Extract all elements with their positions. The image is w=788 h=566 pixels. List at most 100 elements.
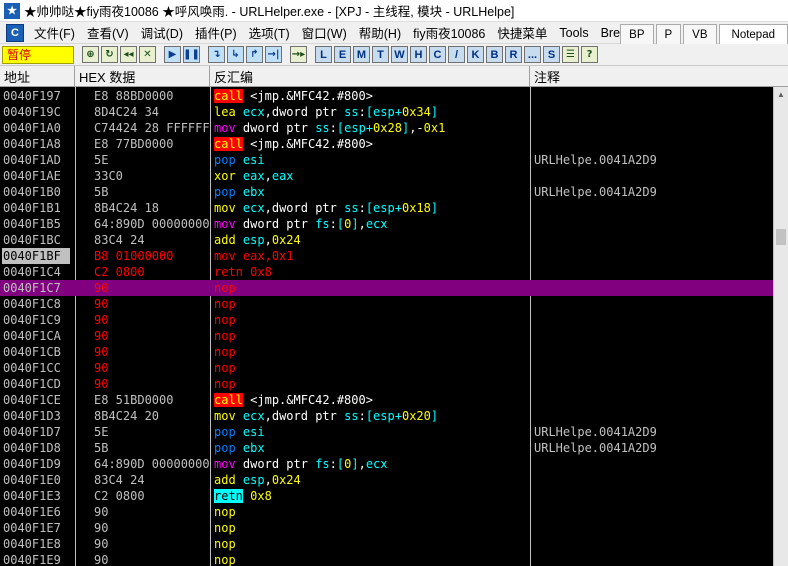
log-window-button[interactable]: L (315, 46, 332, 63)
disasm-row[interactable]: 0040F1CC 90 nop (0, 360, 773, 376)
disasm-row[interactable]: 0040F1AD 5E pop esi URLHelpe.0041A2D9 (0, 152, 773, 168)
row-operands: ecx,dword ptr ss:[esp+0x34] (242, 105, 439, 119)
disasm-row[interactable]: 0040F197 E8 88BD0000 call <jmp.&MFC42.#800… (0, 88, 773, 104)
disasm-row[interactable]: 0040F1CD 90 nop (0, 376, 773, 392)
row-disassembly: call <jmp.&MFC42.#800> (214, 392, 528, 408)
run-trace-window-button[interactable]: ... (524, 46, 541, 63)
row-address: 0040F1C8 (3, 297, 61, 311)
row-comment (534, 552, 770, 566)
row-mnemonic: pop (214, 185, 236, 199)
menu-debug[interactable]: 调试(D) (135, 23, 189, 42)
disasm-row[interactable]: 0040F1E8 90 nop (0, 536, 773, 552)
references-window-button[interactable]: R (505, 46, 522, 63)
modules-window-button[interactable]: E (334, 46, 351, 63)
pause-icon[interactable]: ❚❚ (183, 46, 200, 63)
row-disassembly: pop esi (214, 152, 528, 168)
disassembly-pane[interactable]: 0040F197 E8 88BD0000 call <jmp.&MFC42.#800… (0, 87, 773, 566)
disasm-row[interactable]: 0040F1B5 64:890D 00000000 mov dword ptr fs… (0, 216, 773, 232)
tab-bp[interactable]: BP (620, 24, 654, 44)
column-comment[interactable]: 注释 (530, 66, 788, 87)
row-mnemonic: nop (214, 281, 236, 295)
row-address: 0040F1D3 (3, 409, 61, 423)
disasm-row[interactable]: 0040F1E9 90 nop (0, 552, 773, 566)
rewind-icon[interactable]: ◂◂ (120, 46, 137, 63)
help-icon[interactable]: ? (581, 46, 598, 63)
restart-icon[interactable]: ↻ (101, 46, 118, 63)
handles-window-button[interactable]: H (410, 46, 427, 63)
menu-view[interactable]: 查看(V) (81, 23, 135, 42)
disasm-row[interactable]: 0040F1D8 5B pop ebx URLHelpe.0041A2D9 (0, 440, 773, 456)
disasm-row[interactable]: 0040F1C8 90 nop (0, 296, 773, 312)
disasm-row[interactable]: 0040F1C4 C2 0800 retn 0x8 (0, 264, 773, 280)
row-hex: 8B4C24 20 (94, 409, 160, 423)
row-disassembly: nop (214, 376, 528, 392)
menu-options[interactable]: 选项(T) (243, 23, 296, 42)
scroll-up-icon[interactable]: ▲ (774, 87, 788, 102)
menu-help[interactable]: 帮助(H) (353, 23, 407, 42)
disasm-row[interactable]: 0040F1B1 8B4C24 18 mov ecx,dword ptr ss:[e… (0, 200, 773, 216)
disasm-row[interactable]: 0040F1C7 90 nop (0, 280, 773, 296)
disasm-row[interactable]: 0040F1CA 90 nop (0, 328, 773, 344)
step-into-icon[interactable]: ↴ (208, 46, 225, 63)
disasm-row[interactable]: 0040F1CB 90 nop (0, 344, 773, 360)
disasm-row[interactable]: 0040F1E0 83C4 24 add esp,0x24 (0, 472, 773, 488)
disasm-row[interactable]: 0040F1CE E8 51BD0000 call <jmp.&MFC42.#800… (0, 392, 773, 408)
disasm-row[interactable]: 0040F1BC 83C4 24 add esp,0x24 (0, 232, 773, 248)
disasm-row[interactable]: 0040F19C 8D4C24 34 lea ecx,dword ptr ss:[e… (0, 104, 773, 120)
row-mnemonic: mov (214, 121, 236, 135)
patches-window-button[interactable]: / (448, 46, 465, 63)
callstack-window-button[interactable]: K (467, 46, 484, 63)
disasm-row[interactable]: 0040F1C9 90 nop (0, 312, 773, 328)
menu-author[interactable]: fiy雨夜10086 (407, 23, 491, 42)
disasm-row[interactable]: 0040F1E6 90 nop (0, 504, 773, 520)
tab-notepad[interactable]: Notepad (718, 24, 788, 44)
cpu-window-button[interactable]: C (429, 46, 446, 63)
disasm-row[interactable]: 0040F1E3 C2 0800 retn 0x8 (0, 488, 773, 504)
trace-over-icon[interactable]: →| (265, 46, 282, 63)
disasm-row[interactable]: 0040F1D3 8B4C24 20 mov ecx,dword ptr ss:[e… (0, 408, 773, 424)
windows-window-button[interactable]: W (391, 46, 408, 63)
disasm-row[interactable]: 0040F1A8 E8 77BD0000 call <jmp.&MFC42.#800… (0, 136, 773, 152)
menu-file[interactable]: 文件(F) (28, 23, 81, 42)
scroll-thumb[interactable] (776, 229, 786, 245)
open-icon[interactable]: ⊕ (82, 46, 99, 63)
row-comment (534, 344, 770, 360)
disasm-row[interactable]: 0040F1BF B8 01000000 mov eax,0x1 (0, 248, 773, 264)
threads-window-button[interactable]: T (372, 46, 389, 63)
row-address: 0040F1E8 (3, 537, 61, 551)
row-mnemonic: nop (214, 361, 236, 375)
row-mnemonic: retn (214, 265, 243, 279)
row-comment (534, 360, 770, 376)
disasm-row[interactable]: 0040F1D9 64:890D 00000000 mov dword ptr fs… (0, 456, 773, 472)
step-over-icon[interactable]: ↳ (227, 46, 244, 63)
close-icon[interactable]: ✕ (139, 46, 156, 63)
column-hex[interactable]: HEX 数据 (75, 66, 210, 87)
row-address: 0040F1D8 (3, 441, 61, 455)
column-address[interactable]: 地址 (0, 66, 75, 87)
list-icon[interactable]: ☰ (562, 46, 579, 63)
tab-p[interactable]: P (655, 24, 682, 44)
tab-vb[interactable]: VB (683, 24, 717, 44)
disasm-row[interactable]: 0040F1D7 5E pop esi URLHelpe.0041A2D9 (0, 424, 773, 440)
execute-till-return-icon[interactable]: →▸ (290, 46, 307, 63)
menu-shortcut[interactable]: 快捷菜单 (491, 23, 553, 42)
memory-window-button[interactable]: M (353, 46, 370, 63)
disasm-row[interactable]: 0040F1A0 C74424 28 FFFFFFFF mov dword ptr … (0, 120, 773, 136)
row-hex: 90 (94, 361, 109, 375)
breakpoints-window-button[interactable]: B (486, 46, 503, 63)
source-window-button[interactable]: S (543, 46, 560, 63)
cpu-icon[interactable]: C (6, 23, 24, 42)
column-disassembly[interactable]: 反汇编 (210, 66, 530, 87)
row-hex: 64:890D 00000000 (94, 457, 210, 471)
vertical-scrollbar[interactable]: ▲ (773, 87, 788, 566)
disasm-row[interactable]: 0040F1E7 90 nop (0, 520, 773, 536)
row-mnemonic: add (214, 233, 236, 247)
disasm-row[interactable]: 0040F1AE 33C0 xor eax,eax (0, 168, 773, 184)
row-comment (534, 520, 770, 536)
menu-tools[interactable]: Tools (553, 26, 594, 40)
menu-plugins[interactable]: 插件(P) (189, 23, 243, 42)
menu-window[interactable]: 窗口(W) (296, 23, 353, 42)
trace-into-icon[interactable]: ↱ (246, 46, 263, 63)
run-icon[interactable]: ▶ (164, 46, 181, 63)
disasm-row[interactable]: 0040F1B0 5B pop ebx URLHelpe.0041A2D9 (0, 184, 773, 200)
